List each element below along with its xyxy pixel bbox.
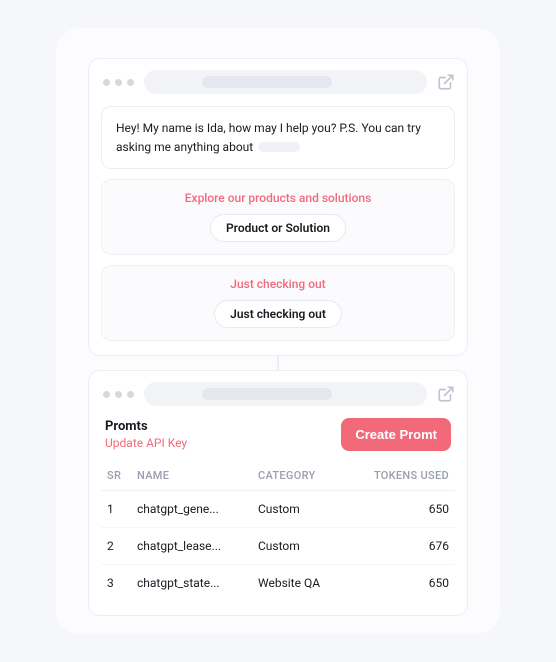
prompts-title: Promts xyxy=(105,419,187,434)
chat-option-title: Just checking out xyxy=(112,277,444,291)
chat-option-checking: Just checking out Just checking out xyxy=(101,265,455,341)
cell-tokens: 650 xyxy=(345,565,455,602)
redacted-text xyxy=(258,142,300,152)
open-external-icon[interactable] xyxy=(437,73,455,91)
address-bar[interactable] xyxy=(144,382,427,406)
open-external-icon[interactable] xyxy=(437,385,455,403)
chat-option-button[interactable]: Just checking out xyxy=(214,300,342,328)
cell-category: Custom xyxy=(252,528,345,565)
dot xyxy=(103,391,110,398)
col-category: CATEGORY xyxy=(252,461,345,491)
table-row[interactable]: 2 chatgpt_lease... Custom 676 xyxy=(101,528,455,565)
dot xyxy=(115,391,122,398)
chat-window-chrome xyxy=(101,70,455,94)
table-row[interactable]: 1 chatgpt_gene... Custom 650 xyxy=(101,491,455,528)
col-sr: SR xyxy=(101,461,131,491)
col-name: NAME xyxy=(131,461,252,491)
cell-tokens: 650 xyxy=(345,491,455,528)
cell-name: chatgpt_lease... xyxy=(131,528,252,565)
table-row[interactable]: 3 chatgpt_state... Website QA 650 xyxy=(101,565,455,602)
window-dots xyxy=(101,79,134,86)
prompts-table: SR NAME CATEGORY TOKENS USED 1 chatgpt_g… xyxy=(101,461,455,601)
cell-category: Custom xyxy=(252,491,345,528)
dot xyxy=(115,79,122,86)
cell-tokens: 676 xyxy=(345,528,455,565)
chat-option-title: Explore our products and solutions xyxy=(112,191,444,205)
create-prompt-button[interactable]: Create Promt xyxy=(341,418,451,451)
window-dots xyxy=(101,391,134,398)
dot xyxy=(127,391,134,398)
address-bar[interactable] xyxy=(144,70,427,94)
connector-line xyxy=(277,356,279,370)
dot xyxy=(103,79,110,86)
chat-option-explore: Explore our products and solutions Produ… xyxy=(101,179,455,255)
prompts-card: Promts Update API Key Create Promt SR NA… xyxy=(88,370,468,616)
chat-message: Hey! My name is Ida, how may I help you?… xyxy=(101,106,455,169)
dot xyxy=(127,79,134,86)
cell-name: chatgpt_gene... xyxy=(131,491,252,528)
cell-name: chatgpt_state... xyxy=(131,565,252,602)
cell-sr: 2 xyxy=(101,528,131,565)
cell-sr: 3 xyxy=(101,565,131,602)
col-tokens: TOKENS USED xyxy=(345,461,455,491)
prompts-window-chrome xyxy=(101,382,455,406)
cell-category: Website QA xyxy=(252,565,345,602)
cell-sr: 1 xyxy=(101,491,131,528)
update-api-key-link[interactable]: Update API Key xyxy=(105,436,187,450)
chat-card: Hey! My name is Ida, how may I help you?… xyxy=(88,58,468,356)
prompts-header: Promts Update API Key Create Promt xyxy=(101,418,455,451)
chat-option-button[interactable]: Product or Solution xyxy=(210,214,346,242)
